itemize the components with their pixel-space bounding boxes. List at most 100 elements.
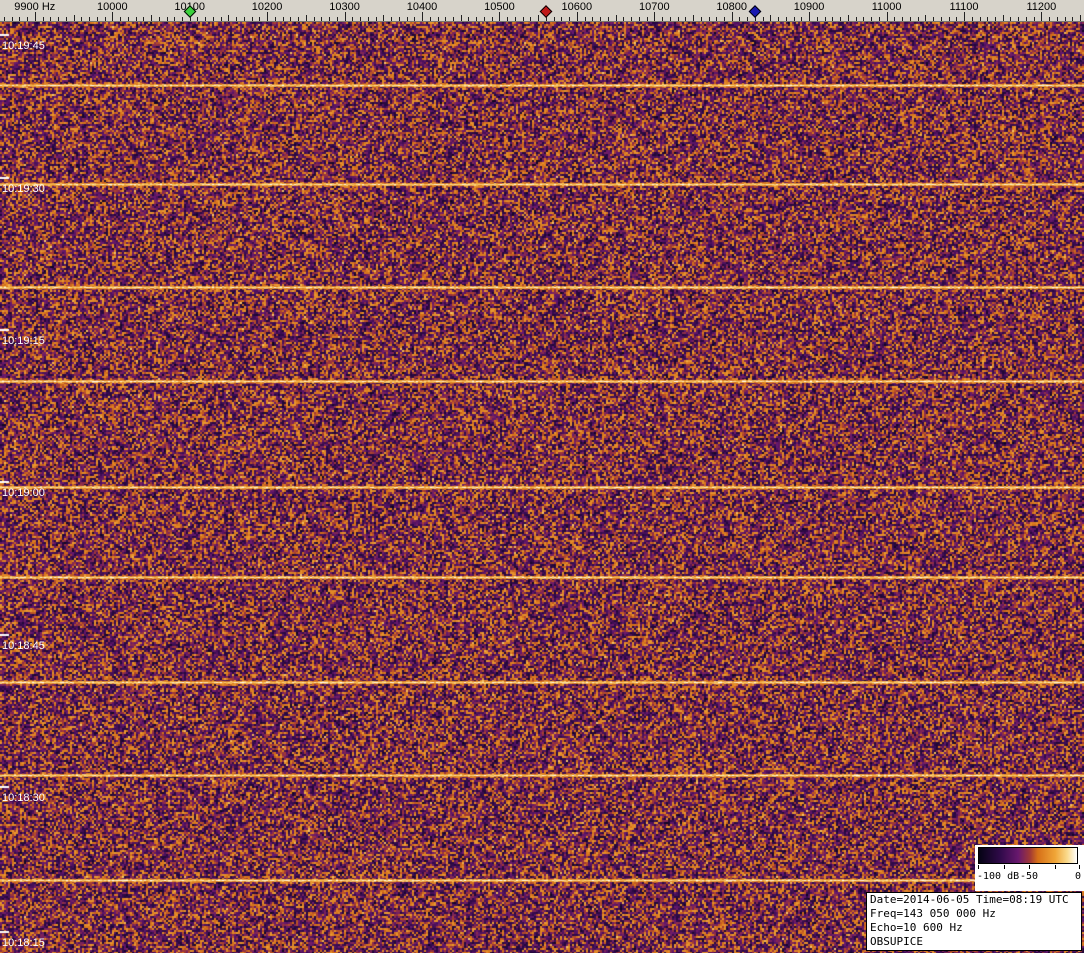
ruler-tick <box>554 17 555 21</box>
ruler-tick <box>1010 17 1011 21</box>
ruler-tick <box>956 17 957 21</box>
ruler-tick <box>399 17 400 21</box>
ruler-tick <box>112 12 113 21</box>
ruler-tick <box>438 17 439 21</box>
info-date-time: Date=2014-06-05 Time=08:19 UTC <box>870 893 1078 907</box>
ruler-tick <box>105 17 106 21</box>
ruler-tick <box>1034 17 1035 21</box>
ruler-tick <box>585 17 586 21</box>
ruler-tick <box>414 17 415 21</box>
ruler-tick <box>670 17 671 21</box>
time-label: 10:19:45 <box>2 40 45 52</box>
ruler-tick <box>623 17 624 21</box>
ruler-tick <box>329 17 330 21</box>
ruler-tick <box>445 17 446 21</box>
ruler-tick <box>159 17 160 21</box>
ruler-tick <box>972 17 973 21</box>
colorbar-label-max: 0 <box>1075 871 1081 882</box>
ruler-tick <box>747 17 748 21</box>
ruler-tick <box>716 17 717 21</box>
info-frequency: Freq=143 050 000 Hz <box>870 907 1078 921</box>
ruler-label: 10900 <box>794 1 825 13</box>
time-label: 10:18:30 <box>2 792 45 804</box>
ruler-tick <box>600 17 601 21</box>
ruler-tick <box>856 17 857 21</box>
ruler-tick <box>89 17 90 21</box>
red-marker[interactable] <box>540 5 553 18</box>
ruler-tick <box>561 17 562 21</box>
ruler-tick <box>167 17 168 21</box>
frequency-ruler[interactable]: 9900 Hz100001010010200103001040010500106… <box>0 0 1084 22</box>
ruler-tick <box>422 12 423 21</box>
ruler-tick <box>306 15 307 21</box>
ruler-label: 10200 <box>252 1 283 13</box>
ruler-tick <box>724 17 725 21</box>
ruler-tick <box>639 17 640 21</box>
info-station: OBSUPICE <box>870 935 1078 949</box>
ruler-tick <box>244 17 245 21</box>
ruler-tick <box>608 17 609 21</box>
ruler-tick <box>887 12 888 21</box>
colorbar-tick <box>1079 865 1080 869</box>
ruler-label: 10500 <box>484 1 515 13</box>
ruler-tick <box>128 17 129 21</box>
status-info-box: Date=2014-06-05 Time=08:19 UTC Freq=143 … <box>866 892 1082 951</box>
ruler-tick <box>569 17 570 21</box>
ruler-label: 10800 <box>716 1 747 13</box>
ruler-tick <box>74 15 75 21</box>
ruler-tick <box>817 17 818 21</box>
blue-marker[interactable] <box>749 5 762 18</box>
ruler-tick <box>987 17 988 21</box>
ruler-tick <box>143 17 144 21</box>
ruler-label: 10000 <box>97 1 128 13</box>
ruler-tick <box>995 17 996 21</box>
ruler-tick <box>647 17 648 21</box>
colorbar-label-min: -100 dB <box>977 871 1019 882</box>
ruler-tick <box>66 17 67 21</box>
ruler-tick <box>151 15 152 21</box>
colorbar-labels: -100 dB -50 0 <box>975 871 1084 886</box>
ruler-tick <box>391 17 392 21</box>
ruler-tick <box>182 17 183 21</box>
ruler-tick <box>801 17 802 21</box>
ruler-tick <box>267 12 268 21</box>
ruler-tick <box>770 15 771 21</box>
waterfall-canvas <box>0 22 1084 953</box>
ruler-label: 11200 <box>1027 1 1057 13</box>
ruler-tick <box>221 17 222 21</box>
colorbar-gradient <box>978 847 1078 864</box>
ruler-tick <box>120 17 121 21</box>
ruler-tick <box>1026 17 1027 21</box>
ruler-tick <box>27 17 28 21</box>
colorbar-legend: -100 dB -50 0 <box>975 845 1084 891</box>
ruler-tick <box>894 17 895 21</box>
time-label: 10:18:15 <box>2 937 45 949</box>
ruler-label: 11000 <box>872 1 902 13</box>
colorbar-tick <box>1004 865 1005 869</box>
ruler-tick <box>321 17 322 21</box>
ruler-tick <box>58 17 59 21</box>
ruler-tick <box>763 17 764 21</box>
ruler-tick <box>476 17 477 21</box>
ruler-tick <box>236 17 237 21</box>
ruler-tick <box>678 17 679 21</box>
ruler-tick <box>407 17 408 21</box>
ruler-label: 10300 <box>329 1 360 13</box>
ruler-label: 10400 <box>407 1 438 13</box>
colorbar-tick <box>978 865 979 869</box>
ruler-tick <box>709 17 710 21</box>
colorbar-label-mid: -50 <box>1020 871 1038 882</box>
time-label: 10:19:15 <box>2 335 45 347</box>
ruler-tick <box>484 17 485 21</box>
ruler-tick <box>228 15 229 21</box>
ruler-tick <box>693 15 694 21</box>
ruler-tick <box>902 17 903 21</box>
ruler-tick <box>174 17 175 21</box>
ruler-tick <box>577 12 578 21</box>
ruler-label: 10700 <box>639 1 670 13</box>
ruler-tick <box>980 17 981 21</box>
ruler-tick <box>461 15 462 21</box>
ruler-tick <box>840 17 841 21</box>
ruler-tick <box>879 17 880 21</box>
ruler-tick <box>430 17 431 21</box>
